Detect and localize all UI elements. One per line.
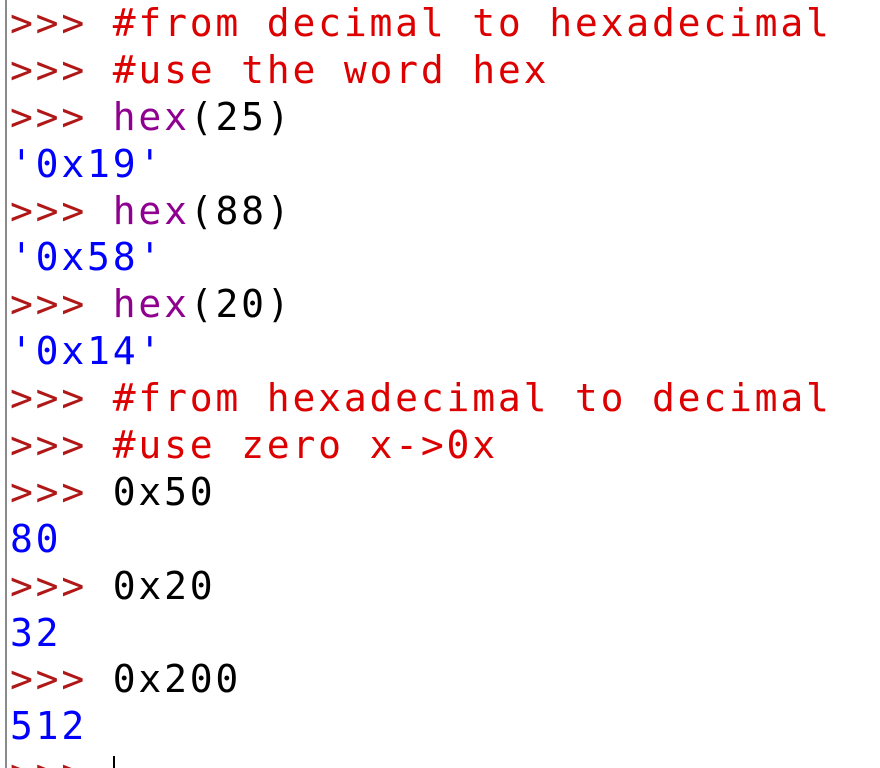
prompt: >>> [10, 94, 113, 139]
builtin-call: hex [112, 94, 190, 139]
call-args: (88) [189, 188, 293, 233]
shell-output-line: 512 [10, 704, 88, 749]
comment: #use zero x->0x [112, 423, 498, 468]
prompt: >>> [10, 47, 113, 92]
prompt: >>> [10, 563, 113, 608]
shell-line: >>> 0x200 [10, 656, 832, 703]
shell-line: >>> 0x50 [10, 469, 832, 516]
shell-line: >>> hex(20) [10, 281, 832, 328]
shell-output-line: 32 [10, 610, 62, 655]
shell-line: >>> hex(25) [10, 94, 832, 141]
shell-line: >>> #use zero x->0x [10, 422, 832, 469]
shell-line: >>> #use the word hex [10, 47, 832, 94]
builtin-call: hex [112, 282, 190, 327]
python-shell[interactable]: >>> #from decimal to hexadecimal >>> #us… [0, 0, 880, 768]
shell-line: >>> 0x20 [10, 563, 832, 610]
prompt: >>> [10, 423, 113, 468]
shell-output-line: '0x58' [10, 235, 165, 280]
shell-output-line: 80 [10, 516, 62, 561]
shell-output-area[interactable]: >>> #from decimal to hexadecimal >>> #us… [10, 0, 832, 768]
shell-output-line: '0x19' [10, 141, 165, 186]
call-args: (20) [189, 282, 293, 327]
prompt: >>> [10, 188, 113, 233]
shell-output-line: '0x14' [10, 329, 165, 374]
comment: #use the word hex [112, 47, 550, 92]
prompt: >>> [10, 469, 113, 514]
code: 0x20 [112, 563, 216, 608]
prompt: >>> [10, 657, 113, 702]
code: 0x200 [112, 657, 242, 702]
shell-left-border [5, 0, 7, 768]
text-cursor [112, 755, 115, 768]
shell-line: >>> hex(88) [10, 188, 832, 235]
comment: #from hexadecimal to decimal [112, 376, 832, 421]
prompt: >>> [10, 1, 113, 45]
prompt: >>> [10, 376, 113, 421]
call-args: (25) [189, 94, 293, 139]
builtin-call: hex [112, 188, 190, 233]
shell-line: >>> #from hexadecimal to decimal [10, 375, 832, 422]
shell-input-line[interactable]: >>> [10, 750, 832, 768]
comment: #from decimal to hexadecimal [112, 1, 832, 45]
prompt: >>> [10, 751, 113, 768]
shell-line: >>> #from decimal to hexadecimal [10, 0, 832, 47]
prompt: >>> [10, 282, 113, 327]
code: 0x50 [112, 469, 216, 514]
